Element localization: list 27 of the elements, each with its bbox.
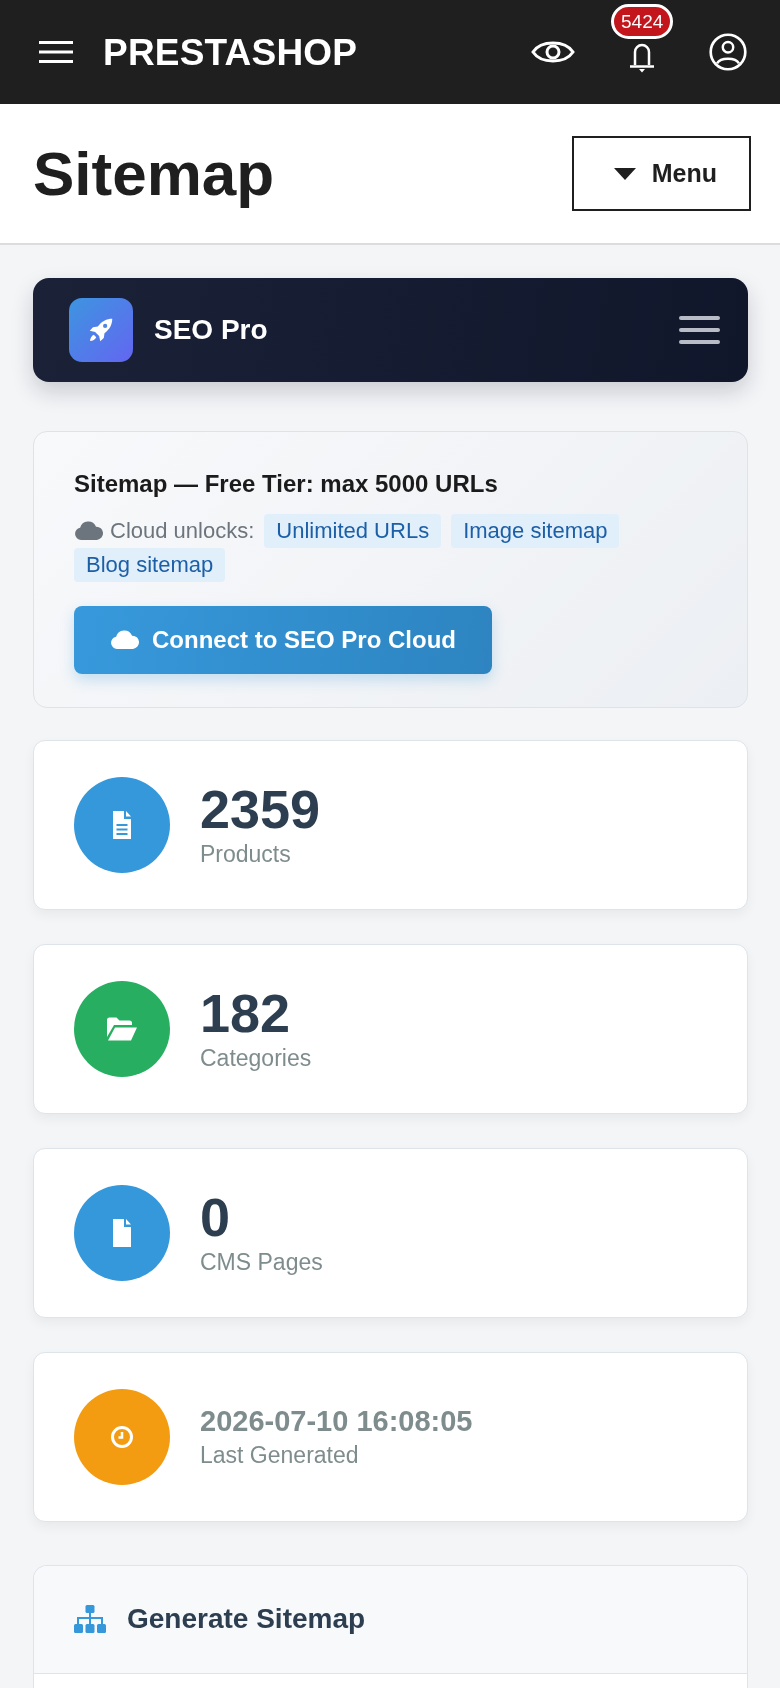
stat-label: CMS Pages bbox=[200, 1247, 323, 1277]
notification-badge: 5424 bbox=[611, 3, 674, 39]
sitemap-icon bbox=[74, 1605, 106, 1634]
module-title: SEO Pro bbox=[154, 313, 268, 347]
card-title: Sitemap — Free Tier: max 5000 URLs bbox=[74, 470, 499, 499]
stat-value: 0 bbox=[200, 1188, 232, 1248]
connect-cloud-button[interactable]: Connect to SEO Pro Cloud bbox=[74, 605, 492, 674]
stat-value: 2359 bbox=[200, 780, 321, 840]
rocket-icon bbox=[69, 298, 133, 362]
menu-icon[interactable] bbox=[39, 41, 73, 63]
brand-logo-text: PRESTASHOP bbox=[103, 33, 358, 71]
cloud-icon bbox=[74, 520, 104, 542]
stat-label: Products bbox=[200, 839, 292, 869]
panel-title: Generate Sitemap bbox=[127, 1602, 366, 1637]
feature-tag: Image sitemap bbox=[451, 513, 620, 548]
menu-button[interactable]: Menu bbox=[571, 136, 751, 211]
caret-icon bbox=[613, 167, 636, 180]
unlocks-label: Cloud unlocks: bbox=[110, 516, 255, 545]
stat-value: 182 bbox=[200, 984, 292, 1044]
stat-label: Last Generated bbox=[200, 1440, 360, 1470]
stat-label: Categories bbox=[200, 1043, 312, 1073]
user-icon[interactable] bbox=[709, 33, 747, 71]
feature-tag: Blog sitemap bbox=[74, 547, 226, 582]
feature-tag: Unlimited URLs bbox=[264, 513, 442, 548]
cloud-icon bbox=[110, 629, 140, 651]
timestamp-value: 2026-07-10 16:08:05 bbox=[200, 1404, 473, 1439]
menu-icon[interactable] bbox=[679, 315, 720, 345]
